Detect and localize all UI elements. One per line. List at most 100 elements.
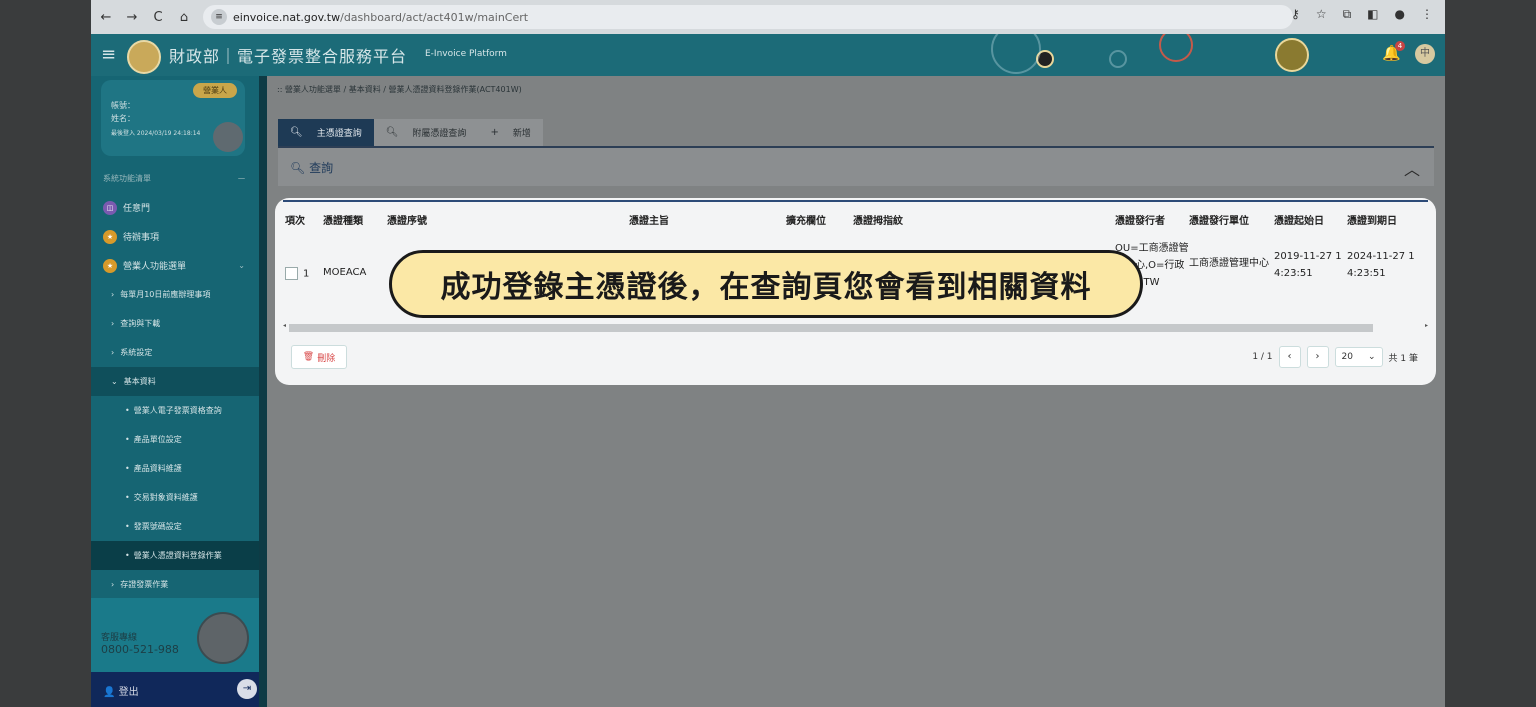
chevron-down-icon: ⌄: [238, 261, 245, 270]
sidebar-item-label: 基本資料: [123, 377, 156, 386]
tab-sub-cert-query[interactable]: 🔍︎ 附屬憑證查詢: [374, 119, 479, 146]
notification-badge: 4: [1395, 41, 1405, 51]
back-icon[interactable]: ←: [95, 6, 117, 28]
tab-label: 新增: [512, 129, 531, 139]
sidebar-item-label: 產品單位設定: [133, 435, 182, 444]
scroll-thumb[interactable]: [289, 324, 1373, 332]
sidebar-item-portal[interactable]: ◫ 任意門: [91, 193, 259, 222]
user-card: 營業人 帳號： 姓名： 最後登入 2024/03/19 24:18:14: [101, 80, 245, 156]
decor-circle: [1275, 38, 1309, 72]
horizontal-scrollbar[interactable]: ◂ ▸: [283, 322, 1428, 332]
sidebar-item-product-data[interactable]: • 產品資料維護: [91, 454, 259, 483]
extensions-icon[interactable]: ⧉: [1343, 7, 1352, 22]
sidebar-item-invoice-number[interactable]: • 發票號碼設定: [91, 512, 259, 541]
sidebar-item-label: 產品資料維護: [133, 464, 182, 473]
sidebar-scrollbar[interactable]: [259, 76, 267, 707]
star-icon: ★: [103, 229, 117, 244]
row-checkbox[interactable]: [285, 267, 298, 280]
sidebar-item-basic-data[interactable]: ⌄ 基本資料: [91, 367, 259, 396]
address-bar[interactable]: ≡ einvoice.nat.gov.tw/dashboard/act/act4…: [203, 5, 1293, 29]
logout-icon: ⇥: [237, 679, 257, 699]
table-header-row: 項次 憑證種類 憑證序號 憑證主旨 擴充欄位 憑證拇指紋 憑證發行者 憑證發行單…: [285, 206, 1417, 232]
sidebar-item-label: 營業人電子發票資格查詢: [133, 406, 222, 415]
sidebar-item-product-unit[interactable]: • 產品單位設定: [91, 425, 259, 454]
sidebar-item-certificate[interactable]: • 營業人憑證資料登錄作業: [91, 541, 259, 570]
next-page-button[interactable]: ›: [1306, 346, 1329, 368]
chevron-up-icon[interactable]: ︿: [1404, 156, 1420, 180]
query-panel[interactable]: 🔍︎ 查詢 ︿: [278, 148, 1434, 186]
tab-label: 附屬憑證查詢: [412, 129, 467, 139]
sidebar: 營業人 帳號： 姓名： 最後登入 2024/03/19 24:18:14 系統功…: [91, 76, 267, 707]
col-thumbprint: 憑證拇指紋: [853, 215, 903, 227]
bullet-icon: •: [125, 406, 130, 415]
tab-main-cert-query[interactable]: 🔍︎ 主憑證查詢: [278, 119, 374, 146]
star-icon[interactable]: ☆: [1316, 7, 1327, 22]
star-icon: ★: [103, 258, 117, 273]
col-issuer: 憑證發行者: [1115, 215, 1165, 227]
sidepanel-icon[interactable]: ◧: [1367, 7, 1378, 22]
url-host: einvoice.nat.gov.tw: [233, 10, 341, 24]
hamburger-icon[interactable]: ≡: [101, 44, 116, 65]
bullet-icon: •: [125, 464, 130, 473]
sidebar-item-query-download[interactable]: › 查詢與下載: [91, 309, 259, 338]
prev-page-button[interactable]: ‹: [1278, 346, 1301, 368]
col-extension: 擴充欄位: [786, 215, 826, 227]
user-avatar[interactable]: 中: [1415, 44, 1435, 64]
sidebar-item-eligibility[interactable]: • 營業人電子發票資格查詢: [91, 396, 259, 425]
browser-actions: ⚷ ☆ ⧉ ◧ ● ⋮: [1291, 7, 1433, 22]
more-icon[interactable]: ⋮: [1421, 7, 1433, 22]
platform-subtitle: E-Invoice Platform: [425, 49, 507, 59]
search-icon: 🔍︎: [290, 127, 303, 138]
col-end-date: 憑證到期日: [1347, 215, 1397, 227]
bullet-icon: •: [125, 435, 130, 444]
decor-circle: [1109, 50, 1127, 68]
role-badge: 營業人: [193, 83, 237, 98]
pagination: 1 / 1 ‹ › 20 ⌄ 共 1 筆: [1252, 346, 1418, 368]
row-type: MOEACA: [323, 267, 367, 278]
door-icon: ◫: [103, 200, 117, 215]
scroll-left-icon[interactable]: ◂: [283, 322, 286, 329]
row-index-cell: 1: [285, 232, 323, 324]
sidebar-item-system-settings[interactable]: › 系統設定: [91, 338, 259, 367]
screen: ← → C ⌂ ≡ einvoice.nat.gov.tw/dashboard/…: [91, 0, 1445, 707]
page-info: 1 / 1: [1252, 352, 1273, 362]
bear-mascot-icon: [197, 612, 249, 664]
forward-icon[interactable]: →: [121, 6, 143, 28]
plus-icon: +: [490, 127, 499, 138]
platform-title: 財政部｜電子發票整合服務平台: [169, 47, 408, 66]
profile-icon[interactable]: ●: [1395, 7, 1405, 22]
scroll-right-icon[interactable]: ▸: [1425, 322, 1428, 329]
sidebar-item-business-menu[interactable]: ★ 營業人功能選單 ⌄: [91, 251, 259, 280]
reload-icon[interactable]: C: [147, 6, 169, 28]
result-top-border: [283, 200, 1428, 202]
tab-add[interactable]: + 新增: [478, 119, 542, 146]
chevron-right-icon: ›: [111, 319, 115, 328]
sidebar-item-label: 存證發票作業: [120, 580, 169, 589]
home-icon[interactable]: ⌂: [173, 6, 195, 28]
site-info-icon[interactable]: ≡: [211, 9, 227, 25]
total-count: 共 1 筆: [1388, 353, 1418, 364]
mascot-icon: [213, 122, 243, 152]
col-issuer-unit: 憑證發行單位: [1189, 215, 1249, 227]
sidebar-item-monthly[interactable]: › 每單月10日前應辦理事項: [91, 280, 259, 309]
row-end-date: 2024-11-27 14:23:51: [1347, 251, 1415, 279]
page-size-select[interactable]: 20 ⌄: [1334, 347, 1383, 367]
sidebar-item-label: 待辦事項: [123, 233, 160, 243]
sidebar-item-label: 交易對象資料維護: [133, 493, 198, 502]
decor-circle: [1159, 34, 1193, 62]
sidebar-item-trading-partner[interactable]: • 交易對象資料維護: [91, 483, 259, 512]
sidebar-item-deposit-invoice[interactable]: › 存證發票作業: [91, 570, 259, 599]
delete-button[interactable]: 🗑 刪除: [291, 345, 347, 369]
search-icon: 🔍︎: [385, 127, 399, 138]
chevron-down-icon: ⌄: [1368, 352, 1376, 362]
sidebar-item-label: 營業人憑證資料登錄作業: [133, 551, 222, 560]
sidebar-item-todo[interactable]: ★ 待辦事項: [91, 222, 259, 251]
tab-bar: 🔍︎ 主憑證查詢 🔍︎ 附屬憑證查詢 + 新增: [278, 119, 543, 146]
trash-icon: 🗑: [302, 352, 315, 362]
support-label: 客服專線: [101, 633, 138, 643]
key-icon[interactable]: ⚷: [1291, 7, 1300, 22]
bullet-icon: •: [125, 493, 130, 502]
collapse-icon[interactable]: －: [237, 172, 246, 185]
browser-toolbar: ← → C ⌂ ≡ einvoice.nat.gov.tw/dashboard/…: [91, 0, 1445, 34]
logout-button[interactable]: 👤 登出 ⇥: [91, 672, 267, 707]
